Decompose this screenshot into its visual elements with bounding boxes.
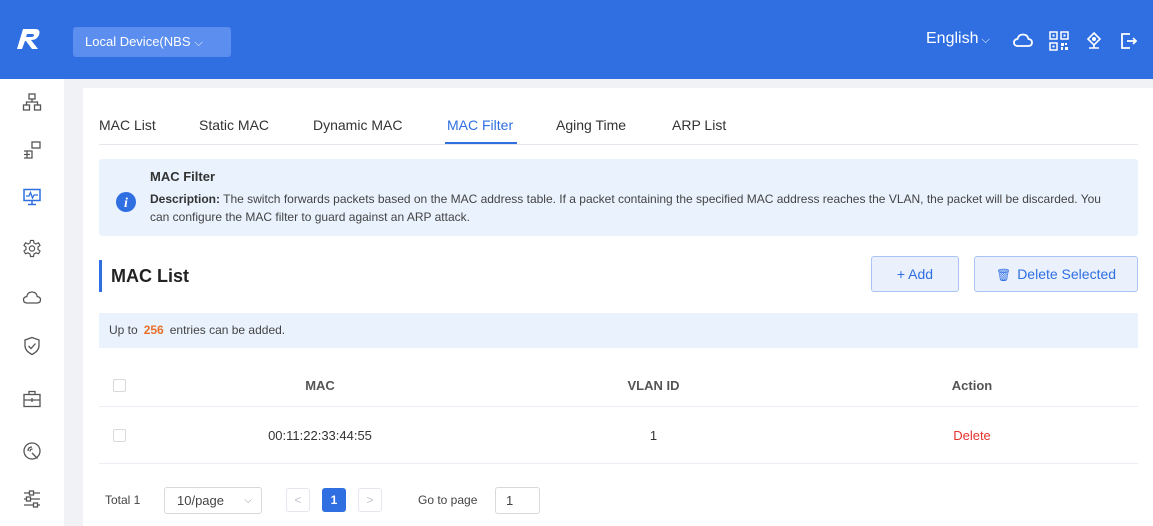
ports-icon[interactable]	[22, 140, 42, 160]
logout-icon[interactable]	[1118, 31, 1138, 51]
chevron-down-icon: ⌵	[244, 495, 252, 506]
trash-icon: 🗑	[995, 268, 1012, 282]
row-checkbox[interactable]	[113, 428, 126, 442]
more-settings-icon[interactable]	[22, 489, 42, 509]
tab-mac-list[interactable]: MAC List	[99, 117, 156, 133]
pagination: Total 1 10/page ⌵ < 1 > Go to page	[99, 486, 599, 516]
sidebar	[0, 79, 64, 526]
language-label: English	[926, 30, 979, 47]
prev-page-button[interactable]: <	[286, 488, 310, 512]
limit-count: 256	[143, 323, 164, 337]
add-button[interactable]: + Add	[871, 256, 959, 292]
entry-limit-notice: Up to 256 entries can be added.	[99, 313, 1138, 348]
ruijie-r-logo[interactable]	[14, 25, 42, 53]
total-count: Total 1	[105, 493, 141, 507]
column-header-action: Action	[951, 378, 993, 393]
notice-description: Description: The switch forwards packets…	[150, 190, 1110, 226]
table-header: MAC VLAN ID Action	[99, 365, 1138, 407]
table-row: 00:11:22:33:44:55 1 Delete	[99, 407, 1138, 464]
action-cell: Delete	[806, 407, 1138, 463]
monitor-icon[interactable]	[22, 187, 42, 207]
vlan-cell: 1	[649, 427, 658, 443]
delete-selected-label: Delete Selected	[1017, 266, 1117, 282]
network-icon[interactable]	[1084, 31, 1104, 51]
info-notice: i MAC Filter Description: The switch for…	[99, 159, 1138, 236]
section-title: MAC List	[111, 266, 189, 286]
goto-label: Go to page	[418, 493, 478, 507]
tab-aging-time[interactable]: Aging Time	[556, 117, 626, 133]
chevron-down-icon: ⌵	[194, 37, 203, 49]
tab-dynamic-mac[interactable]: Dynamic MAC	[313, 117, 402, 133]
main-panel: MAC List Static MAC Dynamic MAC MAC Filt…	[83, 88, 1153, 526]
goto-page-input[interactable]	[495, 487, 540, 514]
next-page-button[interactable]: >	[358, 488, 382, 512]
cloud-icon[interactable]	[22, 288, 42, 308]
page-size-label: 10/page	[177, 493, 224, 508]
gear-icon[interactable]	[22, 239, 42, 259]
device-select-label: Local Device(NBS	[85, 34, 191, 49]
notice-desc-label: Description:	[150, 192, 221, 206]
qr-code-icon[interactable]	[1049, 31, 1069, 51]
row-checkbox-cell	[99, 407, 139, 463]
wireless-icon[interactable]	[22, 441, 42, 461]
svg-text:i: i	[124, 196, 128, 211]
select-all-checkbox[interactable]	[113, 379, 126, 392]
device-select[interactable]: Local Device(NBS ⌵	[73, 27, 231, 57]
chevron-down-icon: ⌵	[981, 34, 990, 46]
limit-suffix: entries can be added.	[169, 323, 286, 337]
page-number-button[interactable]: 1	[322, 488, 346, 512]
tab-mac-filter[interactable]: MAC Filter	[447, 117, 513, 133]
tab-arp-list[interactable]: ARP List	[672, 117, 726, 133]
info-icon: i	[116, 192, 136, 212]
active-tab-underline	[445, 142, 517, 144]
cloud-icon[interactable]	[1013, 31, 1033, 51]
shield-check-icon[interactable]	[22, 336, 42, 356]
notice-desc-text: The switch forwards packets based on the…	[150, 192, 1101, 224]
section-accent-bar	[99, 260, 102, 292]
notice-title: MAC Filter	[150, 169, 215, 184]
toolbox-icon[interactable]	[22, 389, 42, 409]
column-header-mac: MAC	[305, 378, 335, 393]
delete-link[interactable]: Delete	[953, 428, 991, 443]
limit-prefix: Up to	[109, 323, 138, 337]
language-select[interactable]: English ⌵	[926, 30, 990, 48]
column-header-vlan-id: VLAN ID	[627, 378, 680, 393]
delete-selected-button[interactable]: 🗑 Delete Selected	[974, 256, 1138, 292]
top-bar: Local Device(NBS ⌵ English ⌵	[0, 0, 1153, 79]
tab-bar: MAC List Static MAC Dynamic MAC MAC Filt…	[99, 117, 1138, 145]
tab-static-mac[interactable]: Static MAC	[199, 117, 269, 133]
page-size-select[interactable]: 10/page ⌵	[164, 487, 262, 514]
topology-icon[interactable]	[22, 92, 42, 112]
mac-cell: 00:11:22:33:44:55	[268, 427, 372, 443]
header-checkbox-cell	[99, 365, 139, 406]
